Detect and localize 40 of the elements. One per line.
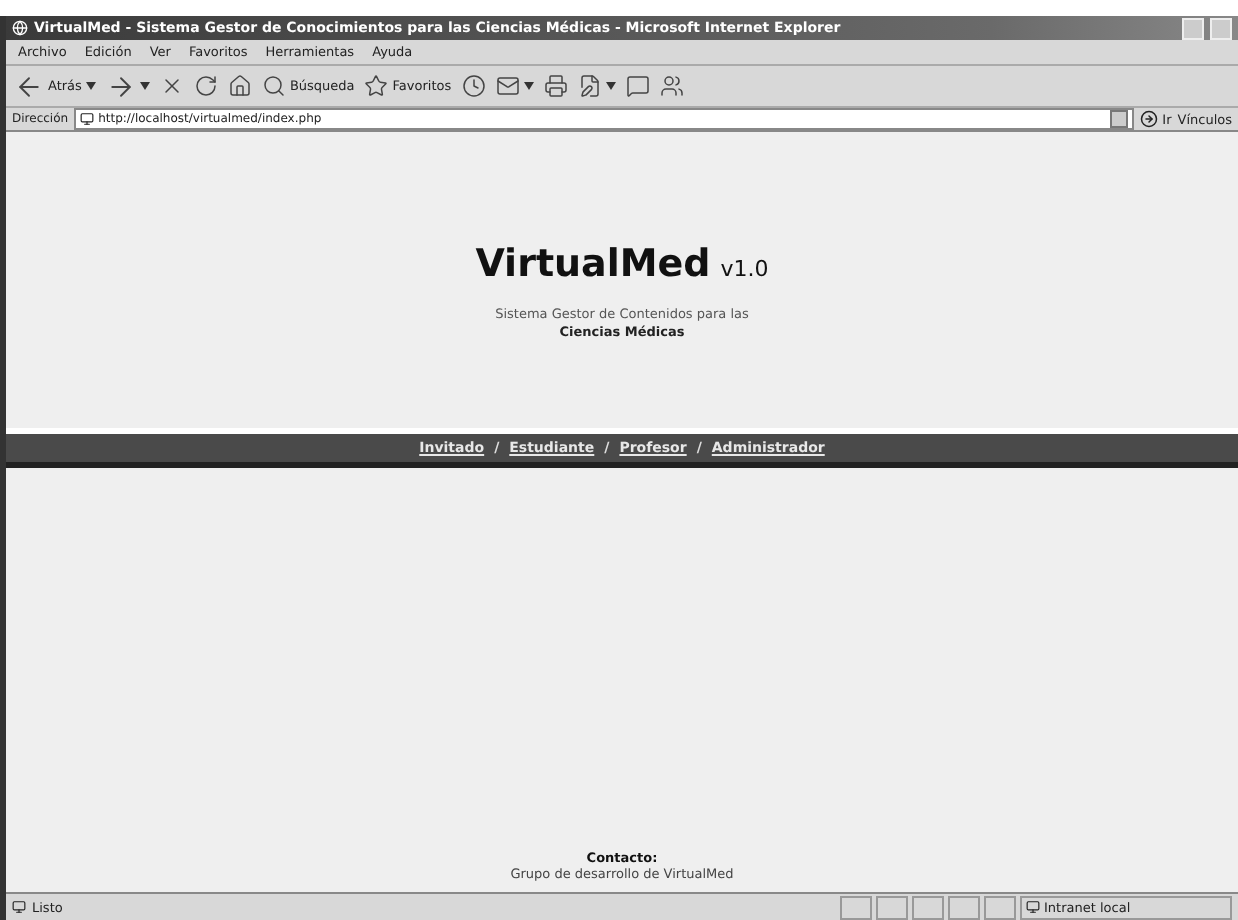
refresh-icon — [193, 74, 218, 98]
caret-icon — [523, 82, 534, 90]
mail-icon — [495, 74, 520, 98]
caret-icon — [85, 82, 96, 90]
home-icon — [227, 74, 252, 98]
toolbar-button[interactable] — [461, 74, 486, 98]
forward-icon — [105, 71, 136, 101]
back-icon — [14, 71, 44, 101]
status-panel — [876, 895, 908, 919]
toolbar-button[interactable] — [105, 71, 150, 101]
status-panel — [984, 895, 1016, 919]
history-icon — [461, 74, 486, 98]
toolbar-button[interactable] — [227, 74, 252, 98]
people-icon — [659, 74, 684, 98]
caret-icon — [139, 82, 150, 90]
computer-icon — [1026, 900, 1040, 914]
stop-icon — [159, 74, 184, 98]
caret-icon — [605, 82, 616, 90]
minimize-button[interactable] — [1182, 17, 1204, 39]
toolbar-button[interactable] — [659, 74, 684, 98]
toolbar-button[interactable] — [495, 74, 534, 98]
edit-icon — [577, 74, 602, 98]
status-panel — [840, 895, 872, 919]
status-panel — [912, 895, 944, 919]
toolbar-button[interactable] — [543, 74, 568, 98]
version-label: v1.0 — [720, 255, 769, 281]
go-icon — [1140, 110, 1159, 128]
toolbar-button[interactable] — [625, 74, 650, 98]
toolbar-button[interactable] — [159, 74, 184, 98]
maximize-button[interactable] — [1210, 17, 1232, 39]
status-panel — [948, 895, 980, 919]
search-icon — [261, 74, 286, 98]
site-title: VirtualMed — [475, 241, 711, 285]
dropdown-button[interactable] — [1110, 110, 1129, 128]
toolbar-button[interactable] — [193, 74, 218, 98]
browser-icon — [12, 20, 28, 36]
star-icon — [364, 74, 389, 98]
printer-icon — [543, 74, 568, 98]
chat-icon — [625, 74, 650, 98]
toolbar-button[interactable] — [577, 74, 616, 98]
